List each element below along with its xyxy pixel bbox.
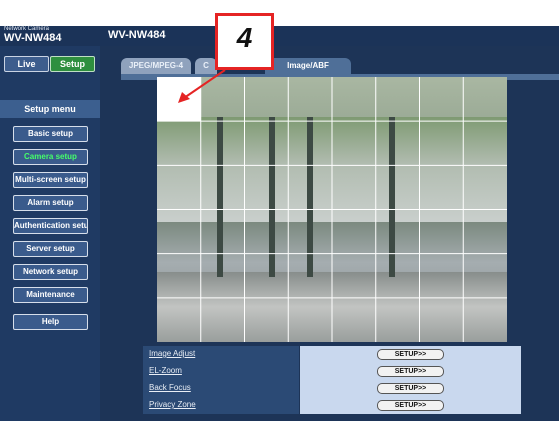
menu-camera-setup[interactable]: Camera setup bbox=[13, 149, 88, 165]
setup-menu-title: Setup menu bbox=[0, 100, 100, 118]
menu-basic-setup[interactable]: Basic setup bbox=[13, 126, 88, 142]
settings-row: Image Adjust SETUP>> bbox=[143, 346, 521, 363]
tab-image-abf[interactable]: Image/ABF bbox=[265, 58, 351, 74]
settings-row: Privacy Zone SETUP>> bbox=[143, 397, 521, 414]
menu-help[interactable]: Help bbox=[13, 314, 88, 330]
el-zoom-setup-button[interactable]: SETUP>> bbox=[377, 366, 444, 377]
settings-row: Back Focus SETUP>> bbox=[143, 380, 521, 397]
menu-server-setup[interactable]: Server setup bbox=[13, 241, 88, 257]
settings-table: Image Adjust SETUP>> EL-Zoom SETUP>> Bac… bbox=[143, 346, 521, 414]
sidebar: Live Setup Setup menu Basic setup Camera… bbox=[0, 46, 100, 421]
step-number: 4 bbox=[236, 22, 253, 53]
camera-image[interactable] bbox=[157, 77, 507, 342]
privacy-zone-link[interactable]: Privacy Zone bbox=[149, 400, 196, 409]
menu-authentication-setup[interactable]: Authentication setup bbox=[13, 218, 88, 234]
privacy-zone-grid bbox=[157, 77, 507, 342]
page-title: WV-NW484 bbox=[108, 29, 166, 41]
back-focus-link[interactable]: Back Focus bbox=[149, 383, 191, 392]
menu-multi-screen-setup[interactable]: Multi-screen setup bbox=[13, 172, 88, 188]
image-adjust-link[interactable]: Image Adjust bbox=[149, 349, 195, 358]
brand-header: Network Camera WV-NW484 bbox=[0, 26, 100, 46]
menu-network-setup[interactable]: Network setup bbox=[13, 264, 88, 280]
live-button[interactable]: Live bbox=[4, 56, 49, 72]
setup-button[interactable]: Setup bbox=[50, 56, 95, 72]
top-blank-area bbox=[0, 0, 559, 26]
menu-alarm-setup[interactable]: Alarm setup bbox=[13, 195, 88, 211]
el-zoom-link[interactable]: EL-Zoom bbox=[149, 366, 182, 375]
settings-row: EL-Zoom SETUP>> bbox=[143, 363, 521, 380]
brand-model: WV-NW484 bbox=[4, 32, 62, 44]
header-bar: WV-NW484 bbox=[100, 26, 559, 46]
step-callout: 4 bbox=[215, 13, 274, 70]
image-adjust-setup-button[interactable]: SETUP>> bbox=[377, 349, 444, 360]
back-focus-setup-button[interactable]: SETUP>> bbox=[377, 383, 444, 394]
callout-arrow-icon bbox=[178, 69, 226, 103]
menu-maintenance[interactable]: Maintenance bbox=[13, 287, 88, 303]
privacy-zone-setup-button[interactable]: SETUP>> bbox=[377, 400, 444, 411]
